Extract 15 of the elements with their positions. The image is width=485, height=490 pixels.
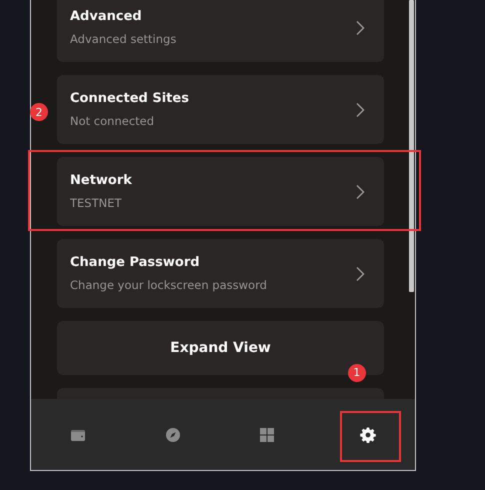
item-subtitle: Advanced settings	[70, 32, 178, 46]
grid-icon	[259, 426, 276, 442]
settings-item[interactable]: Change Password Change your lockscreen password	[57, 239, 384, 308]
item-title: Network	[70, 173, 133, 188]
item-title: Change Password	[70, 255, 201, 270]
settings-icon	[360, 426, 376, 442]
compass-icon	[164, 426, 181, 442]
settings-item[interactable]: Advanced Advanced settings	[57, 0, 384, 62]
item-title: Connected Sites	[70, 91, 190, 106]
item-subtitle: TESTNET	[70, 196, 123, 210]
settings-item[interactable]: Network TESTNET	[57, 157, 384, 226]
item-title: Advanced	[70, 9, 143, 24]
settings-item[interactable]: Connected Sites Not connected	[57, 75, 384, 144]
item-subtitle: Not connected	[70, 114, 156, 128]
item-subtitle: Change your lockscreen password	[70, 278, 268, 292]
